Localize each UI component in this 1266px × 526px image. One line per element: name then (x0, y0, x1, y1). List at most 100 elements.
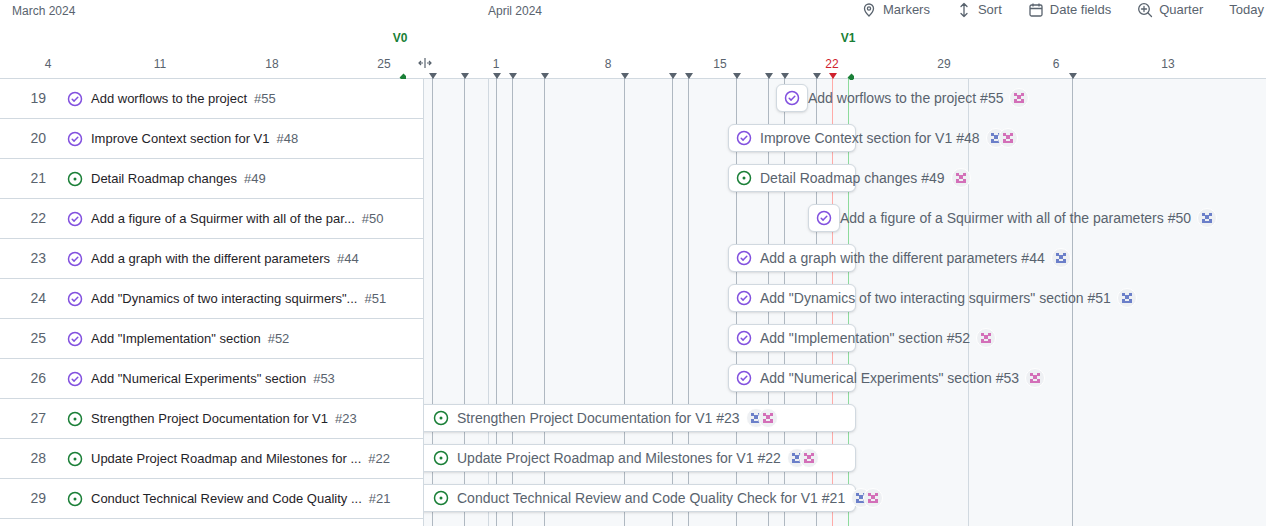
zoom-icon (1137, 2, 1153, 18)
row-number: 29 (0, 488, 46, 509)
avatar-icon[interactable] (1197, 208, 1217, 228)
item-list: 19Add worflows to the project#5520Improv… (0, 79, 424, 526)
toolbar-label: Sort (978, 0, 1002, 20)
date-marker-icon[interactable] (492, 72, 502, 80)
issue-number: #44 (337, 249, 359, 269)
date-marker-icon[interactable] (812, 72, 822, 80)
avatar-icon[interactable] (758, 408, 778, 428)
issue-closed-icon (67, 291, 83, 307)
date-marker-icon[interactable] (764, 72, 774, 80)
item-row[interactable]: 28Update Project Roadmap and Milestones … (0, 439, 423, 479)
toolbar-button[interactable]: Sort (956, 0, 1002, 20)
item-row[interactable]: 21 Detail Roadmap changes #49 (0, 159, 423, 199)
item-row[interactable]: 29 Conduct Technical Review and Code Qual… (0, 479, 423, 519)
day-tick: 13 (1153, 55, 1183, 73)
avatar-icon[interactable] (951, 168, 971, 188)
bar-title: Add "Numerical Experiments" section (760, 368, 992, 389)
bar-title: Update Project Roadmap and Milestones fo… (457, 448, 754, 469)
today-marker-icon[interactable] (828, 72, 838, 80)
date-marker-icon[interactable] (668, 72, 678, 80)
issue-number: #49 (244, 169, 266, 189)
day-tick: 29 (929, 55, 959, 73)
assignees (851, 488, 883, 508)
item-title[interactable]: Add "Dynamics of two interacting squirme… (91, 289, 357, 309)
item-row[interactable]: 24Add "Dynamics of two interacting squir… (0, 279, 423, 319)
issue-closed-icon (67, 251, 83, 267)
date-marker-icon[interactable] (732, 72, 742, 80)
bar-title: Add a figure of a Squirmer with all of t… (840, 208, 1164, 229)
day-tick: 1 (481, 55, 511, 73)
bar-issue-number: #21 (822, 488, 845, 509)
bar-title: Improve Context section for V1 (760, 128, 952, 149)
item-row[interactable]: 22Add a figure of a Squirmer with all of… (0, 199, 423, 239)
date-marker-icon[interactable] (620, 72, 630, 80)
assignees (986, 128, 1018, 148)
issue-number: #50 (362, 209, 384, 229)
avatar-icon[interactable] (1009, 88, 1029, 108)
avatar-icon[interactable] (1025, 368, 1045, 388)
item-title[interactable]: Strengthen Project Documentation for V1 (91, 409, 328, 429)
date-marker-icon[interactable] (540, 72, 550, 80)
item-row[interactable]: 26Add "Numerical Experiments" section#53 (0, 359, 423, 399)
item-row[interactable]: 23Add a graph with the different paramet… (0, 239, 423, 279)
bar-title: Add "Dynamics of two interacting squirme… (760, 288, 1084, 309)
bar-issue-number: #51 (1088, 288, 1111, 309)
date-marker-icon[interactable] (508, 72, 518, 80)
item-row[interactable]: 20Improve Context section for V1#48 (0, 119, 423, 159)
date-marker-icon[interactable] (780, 72, 790, 80)
toolbar-button[interactable]: Quarter (1137, 0, 1203, 20)
issue-closed-icon (784, 90, 800, 106)
bar-label: Add worflows to the project#55 (784, 84, 1029, 112)
day-tick: 25 (369, 55, 399, 73)
item-title[interactable]: Add a graph with the different parameter… (91, 249, 330, 269)
timeline-bar[interactable] (808, 204, 840, 232)
toolbar-button[interactable]: Markers (861, 0, 930, 20)
item-title[interactable]: Detail Roadmap changes (91, 169, 237, 189)
avatar-icon[interactable] (799, 448, 819, 468)
calendar-icon (1028, 2, 1044, 18)
item-row[interactable]: 19Add worflows to the project#55 (0, 79, 423, 119)
timeline-bar[interactable] (776, 84, 808, 112)
item-title[interactable]: Add a figure of a Squirmer with all of t… (91, 209, 355, 229)
row-number: 21 (0, 168, 46, 189)
item-title[interactable]: Add "Implementation" section (91, 329, 261, 349)
issue-closed-icon (67, 91, 83, 107)
issue-closed-icon (736, 130, 752, 146)
item-row[interactable]: 25Add "Implementation" section#52 (0, 319, 423, 359)
bar-label: Add "Dynamics of two interacting squirme… (736, 284, 1137, 312)
avatar-icon[interactable] (1117, 288, 1137, 308)
assignees (787, 448, 819, 468)
day-tick: 15 (705, 55, 735, 73)
row-number: 27 (0, 408, 46, 429)
item-row[interactable]: 27 Strengthen Project Documentation for V… (0, 399, 423, 439)
issue-open-icon (67, 491, 83, 507)
issue-number: #51 (364, 289, 386, 309)
month-label: March 2024 (12, 2, 75, 20)
milestone-marker-icon[interactable] (844, 72, 854, 80)
toolbar-button[interactable]: Date fields (1028, 0, 1111, 20)
date-marker-icon[interactable] (428, 72, 438, 80)
assignees (1051, 248, 1071, 268)
item-title[interactable]: Update Project Roadmap and Milestones fo… (91, 449, 361, 469)
toolbar-button[interactable]: Today (1229, 0, 1264, 20)
bar-title: Detail Roadmap changes (760, 168, 917, 189)
item-title[interactable]: Add worflows to the project (91, 89, 247, 109)
date-marker-icon[interactable] (460, 72, 470, 80)
avatar-icon[interactable] (976, 328, 996, 348)
issue-open-icon (433, 490, 449, 506)
resize-handle-icon[interactable] (418, 56, 432, 70)
date-marker-icon[interactable] (684, 72, 694, 80)
milestone-label: V1 (833, 29, 863, 47)
issue-number: #22 (368, 449, 390, 469)
date-marker-icon[interactable] (1068, 72, 1078, 80)
issue-closed-icon (736, 370, 752, 386)
avatar-icon[interactable] (1051, 248, 1071, 268)
item-title[interactable]: Improve Context section for V1 (91, 129, 269, 149)
issue-closed-icon (67, 371, 83, 387)
item-title[interactable]: Conduct Technical Review and Code Qualit… (91, 489, 362, 509)
bar-issue-number: #50 (1168, 208, 1191, 229)
avatar-icon[interactable] (998, 128, 1018, 148)
milestone-label: V0 (385, 29, 415, 47)
item-title[interactable]: Add "Numerical Experiments" section (91, 369, 306, 389)
avatar-icon[interactable] (863, 488, 883, 508)
